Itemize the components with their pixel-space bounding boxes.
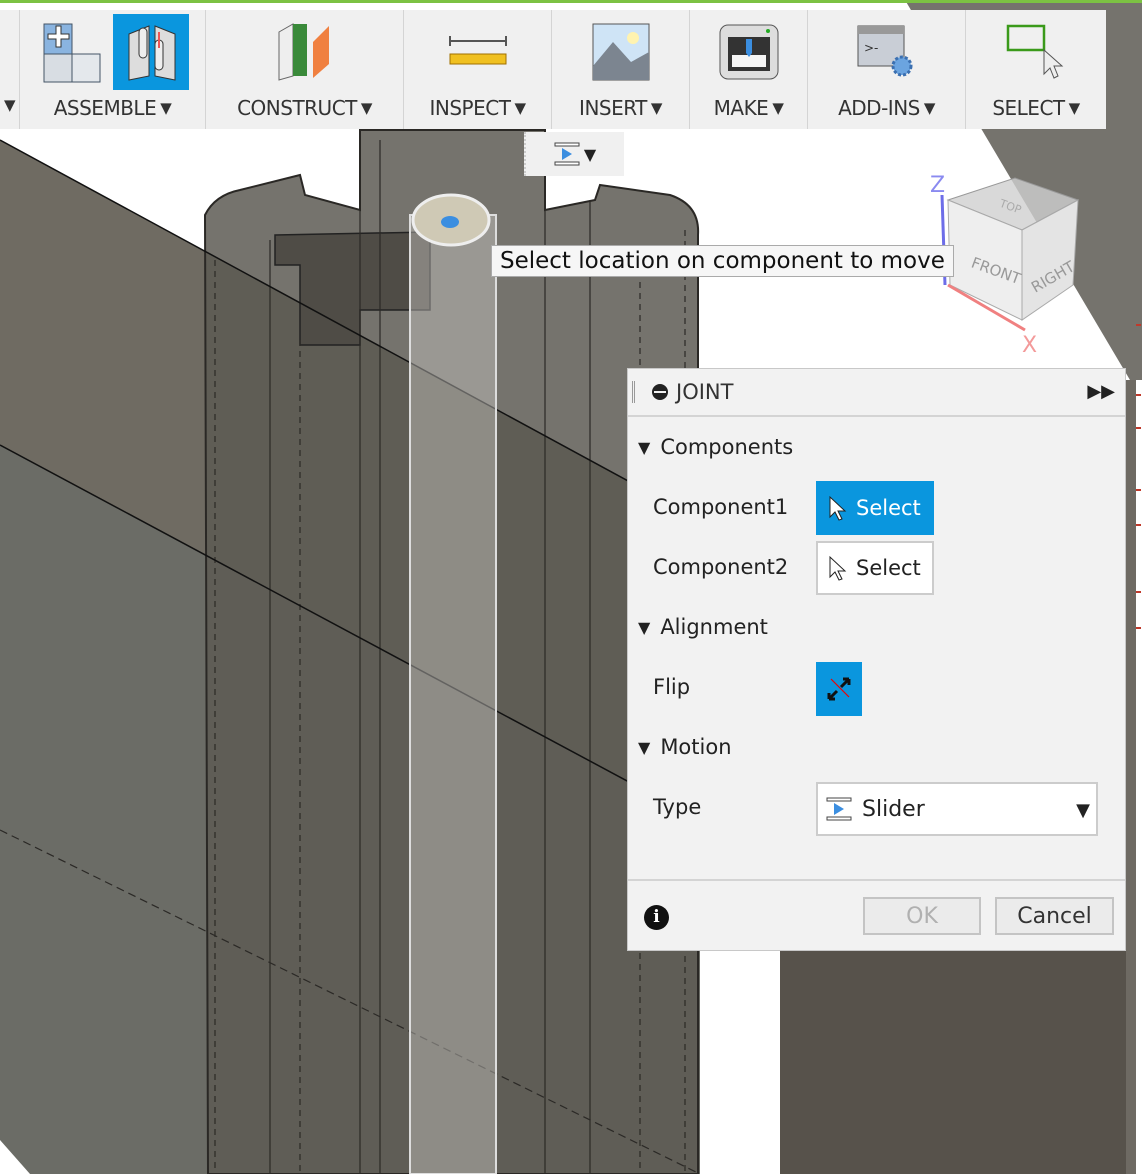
svg-text:>-: >-: [864, 41, 878, 55]
motion-type-value: Slider: [862, 796, 925, 822]
expand-dialog-icon[interactable]: ▶▶: [1087, 381, 1115, 402]
dialog-footer: i OK Cancel: [628, 879, 1125, 951]
background-strip-right: [1126, 380, 1136, 1174]
make-label: MAKE: [713, 96, 769, 120]
dialog-header[interactable]: JOINT ▶▶: [628, 369, 1125, 417]
component2-select-button[interactable]: Select: [816, 541, 934, 595]
joint-origin-point[interactable]: [441, 216, 459, 228]
info-icon[interactable]: i: [644, 905, 669, 930]
slider-joint-icon: [826, 797, 852, 821]
toolbar-group-add-ins[interactable]: >- ADD-INS ▼: [808, 10, 966, 129]
select-label: SELECT: [992, 96, 1065, 120]
chevron-down-icon: ▼: [772, 99, 784, 117]
insert-label: INSERT: [579, 96, 647, 120]
section-components[interactable]: ▼ Components: [638, 435, 793, 459]
component1-label: Component1: [653, 495, 789, 519]
dialog-title: JOINT: [676, 380, 734, 404]
add-ins-label: ADD-INS: [838, 96, 920, 120]
chevron-down-icon: ▼: [360, 99, 373, 117]
chevron-down-icon: ▼: [514, 99, 526, 117]
joint-dialog: JOINT ▶▶ ▼ Components Component1 Select C…: [627, 368, 1126, 951]
section-title: Alignment: [660, 615, 768, 639]
cursor-arrow-icon: [829, 495, 847, 521]
toolbar-group-insert[interactable]: INSERT ▼: [552, 10, 690, 129]
component1-select-button[interactable]: Select: [816, 481, 934, 535]
cancel-button[interactable]: Cancel: [995, 897, 1114, 935]
collapse-triangle-icon: ▼: [638, 737, 651, 757]
chevron-down-icon: ▼: [1068, 99, 1081, 117]
toolbar-ribbon: ▼ ASSEMBLE ▼ CONSTRUCT ▼ INSPECT ▼ INSERT ▼ …: [0, 10, 1106, 129]
select-window-icon: [1001, 16, 1071, 88]
motion-type-dropdown[interactable]: Slider ▼: [816, 782, 1098, 836]
collapse-triangle-icon: ▼: [638, 617, 651, 637]
slider-rod: [409, 214, 497, 1174]
section-alignment[interactable]: ▼ Alignment: [638, 615, 768, 639]
chevron-down-icon: ▼: [1076, 800, 1090, 821]
section-title: Motion: [660, 735, 732, 759]
insert-image-icon: [586, 16, 656, 88]
section-motion[interactable]: ▼ Motion: [638, 735, 732, 759]
3d-print-icon: [714, 16, 784, 88]
cursor-arrow-icon: [829, 555, 847, 581]
joint-icon: [652, 384, 668, 400]
flip-arrows-icon: [827, 677, 851, 701]
construct-plane-icon: [270, 16, 340, 88]
scripts-addins-icon: >-: [852, 16, 922, 88]
chevron-down-icon: ▼: [583, 144, 597, 164]
component2-label: Component2: [653, 555, 789, 579]
joint-icon[interactable]: [112, 14, 189, 90]
background-dark-bottom-right: [780, 950, 1135, 1174]
select-label: Select: [856, 496, 921, 520]
toolbar-group-construct[interactable]: CONSTRUCT ▼: [206, 10, 404, 129]
axis-z-label: Z: [930, 173, 945, 198]
flip-button[interactable]: [816, 662, 862, 716]
type-label: Type: [653, 795, 702, 819]
viewport-tooltip: Select location on component to move: [491, 245, 954, 277]
ribbon-accent-bar: [0, 0, 1142, 3]
collapse-triangle-icon: ▼: [638, 437, 651, 457]
slider-joint-icon: [554, 142, 580, 166]
inspect-label: INSPECT: [429, 96, 511, 120]
toolbar-group-select[interactable]: SELECT ▼: [966, 10, 1106, 129]
new-component-icon[interactable]: [37, 16, 107, 88]
chevron-down-icon: ▼: [923, 99, 936, 117]
active-command-indicator[interactable]: ▼: [524, 132, 624, 176]
toolbar-group-make[interactable]: MAKE ▼: [690, 10, 808, 129]
section-title: Components: [660, 435, 794, 459]
toolbar-group-inspect[interactable]: INSPECT ▼: [404, 10, 552, 129]
assemble-label: ASSEMBLE: [53, 96, 157, 120]
axis-x-label: X: [1022, 333, 1037, 358]
chevron-down-icon: ▼: [650, 99, 663, 117]
flip-label: Flip: [653, 675, 691, 699]
toolbar-group-assemble[interactable]: ASSEMBLE ▼: [20, 10, 206, 129]
select-label: Select: [856, 556, 921, 580]
chevron-down-icon: ▼: [160, 99, 172, 117]
toolbar-group-previous[interactable]: ▼: [0, 10, 20, 129]
measure-ruler-icon: [443, 16, 513, 88]
drag-handle[interactable]: [632, 381, 635, 403]
construct-label: CONSTRUCT: [237, 96, 357, 120]
ok-button[interactable]: OK: [863, 897, 981, 935]
